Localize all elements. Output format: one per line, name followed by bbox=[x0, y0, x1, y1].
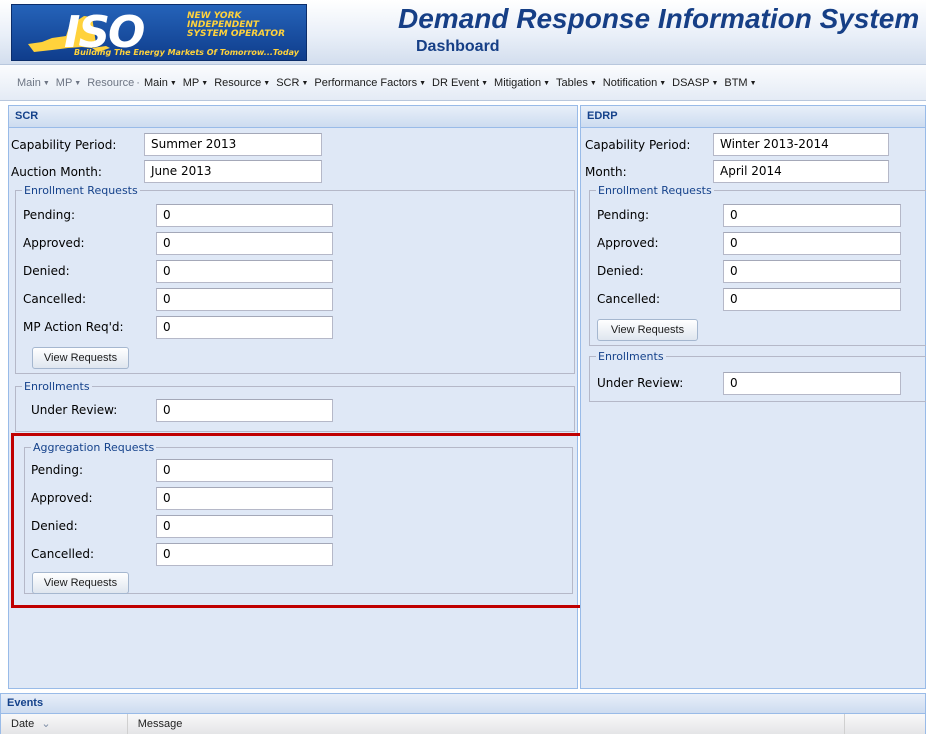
menu-ghost-resource[interactable]: Resource bbox=[87, 77, 134, 89]
menu-performance-factors[interactable]: Performance Factors ▼ bbox=[314, 77, 426, 89]
nyiso-logo: ISO NEW YORK INDEPENDENT SYSTEM OPERATOR… bbox=[11, 4, 307, 61]
chevron-down-icon: ▼ bbox=[711, 79, 719, 87]
edrp-panel: EDRP Capability Period: Winter 2013-2014… bbox=[580, 105, 926, 689]
edrp-month-field[interactable]: April 2014 bbox=[713, 160, 889, 183]
chevron-down-icon: ▼ bbox=[543, 79, 551, 87]
edrp-capability-period-row: Capability Period: bbox=[585, 133, 690, 157]
menu-main[interactable]: Main ▼ bbox=[144, 77, 177, 89]
scr-er-mp-action-label: MP Action Req'd: bbox=[23, 320, 124, 334]
highlight-box bbox=[11, 433, 583, 608]
edrp-er-approved-label: Approved: bbox=[597, 236, 659, 250]
main-menu-bar: Main ▼ MP ▼ Resource · Main ▼ MP ▼ Resource ▼… bbox=[0, 65, 926, 101]
scr-er-cancelled-label: Cancelled: bbox=[23, 292, 87, 306]
scr-view-enrollment-requests-button[interactable]: View Requests bbox=[32, 347, 129, 369]
scr-auction-month-row: Auction Month: bbox=[11, 160, 102, 184]
scr-under-review-label: Under Review: bbox=[31, 403, 118, 417]
chevron-down-icon: ▼ bbox=[659, 79, 667, 87]
menu-mp[interactable]: MP ▼ bbox=[183, 77, 208, 89]
chevron-down-icon: ▼ bbox=[419, 79, 427, 87]
edrp-under-review-field[interactable]: 0 bbox=[723, 372, 901, 395]
edrp-er-cancelled-row: Cancelled: bbox=[597, 287, 660, 311]
logo-org-name: NEW YORK INDEPENDENT SYSTEM OPERATOR bbox=[187, 11, 286, 39]
scr-auction-month-label: Auction Month: bbox=[11, 165, 102, 179]
events-grid-header: Date ⌄ Message bbox=[1, 714, 925, 734]
edrp-enrollment-requests-legend: Enrollment Requests bbox=[598, 184, 712, 197]
edrp-er-denied-field[interactable]: 0 bbox=[723, 260, 901, 283]
events-panel-title: Events bbox=[1, 694, 925, 714]
app-header: ISO NEW YORK INDEPENDENT SYSTEM OPERATOR… bbox=[0, 0, 926, 65]
events-col-spacer bbox=[845, 714, 925, 734]
scr-auction-month-field[interactable]: June 2013 bbox=[144, 160, 322, 183]
events-col-date-label: Date bbox=[11, 718, 35, 730]
logo-tagline: Building The Energy Markets Of Tomorrow.… bbox=[74, 48, 299, 57]
menu-mitigation[interactable]: Mitigation ▼ bbox=[494, 77, 550, 89]
events-col-message[interactable]: Message bbox=[128, 714, 846, 734]
scr-under-review-field[interactable]: 0 bbox=[156, 399, 333, 422]
menu-dr-event[interactable]: DR Event ▼ bbox=[432, 77, 488, 89]
edrp-er-cancelled-field[interactable]: 0 bbox=[723, 288, 901, 311]
scr-er-pending-label: Pending: bbox=[23, 208, 76, 222]
scr-er-mp-action-row: MP Action Req'd: bbox=[23, 315, 124, 339]
edrp-under-review-row: Under Review: bbox=[597, 371, 683, 395]
scr-er-cancelled-field[interactable]: 0 bbox=[156, 288, 333, 311]
chevron-down-icon: ▼ bbox=[201, 79, 209, 87]
edrp-er-pending-label: Pending: bbox=[597, 208, 650, 222]
chevron-down-icon: ▼ bbox=[589, 79, 597, 87]
edrp-er-denied-label: Denied: bbox=[597, 264, 644, 278]
edrp-er-approved-row: Approved: bbox=[597, 231, 659, 255]
scr-capability-period-label: Capability Period: bbox=[11, 138, 117, 152]
menu-scr[interactable]: SCR ▼ bbox=[276, 77, 308, 89]
edrp-er-pending-row: Pending: bbox=[597, 203, 649, 227]
scr-enrollment-requests-legend: Enrollment Requests bbox=[24, 184, 138, 197]
edrp-er-cancelled-label: Cancelled: bbox=[597, 292, 661, 306]
edrp-panel-title: EDRP bbox=[581, 106, 925, 128]
scr-capability-period-row: Capability Period: bbox=[11, 133, 116, 157]
edrp-er-pending-field[interactable]: 0 bbox=[723, 204, 901, 227]
scr-er-approved-field[interactable]: 0 bbox=[156, 232, 333, 255]
edrp-enrollments-legend: Enrollments bbox=[598, 350, 664, 363]
scr-er-pending-field[interactable]: 0 bbox=[156, 204, 333, 227]
chevron-down-icon: ▼ bbox=[481, 79, 489, 87]
chevron-down-icon: ▼ bbox=[42, 79, 50, 87]
chevron-down-icon: ▼ bbox=[263, 79, 271, 87]
scr-er-approved-label: Approved: bbox=[23, 236, 85, 250]
menu-ghost-main[interactable]: Main ▼ bbox=[17, 77, 50, 89]
edrp-under-review-label: Under Review: bbox=[597, 376, 684, 390]
events-panel: Events Date ⌄ Message bbox=[0, 693, 926, 734]
scr-er-approved-row: Approved: bbox=[23, 231, 85, 255]
scr-er-denied-row: Denied: bbox=[23, 259, 70, 283]
scr-er-denied-label: Denied: bbox=[23, 264, 70, 278]
edrp-er-approved-field[interactable]: 0 bbox=[723, 232, 901, 255]
edrp-view-enrollment-requests-button[interactable]: View Requests bbox=[597, 319, 698, 341]
scr-er-pending-row: Pending: bbox=[23, 203, 75, 227]
menu-resource[interactable]: Resource ▼ bbox=[214, 77, 270, 89]
menu-ghost-mp[interactable]: MP ▼ bbox=[56, 77, 81, 89]
scr-enrollments-legend: Enrollments bbox=[24, 380, 90, 393]
menu-btm[interactable]: BTM ▼ bbox=[724, 77, 756, 89]
events-col-date[interactable]: Date ⌄ bbox=[1, 714, 128, 734]
sort-icon: ⌄ bbox=[41, 718, 51, 730]
scr-capability-period-field[interactable]: Summer 2013 bbox=[144, 133, 322, 156]
edrp-month-label: Month: bbox=[585, 165, 627, 179]
scr-er-mp-action-field[interactable]: 0 bbox=[156, 316, 333, 339]
edrp-month-row: Month: bbox=[585, 160, 627, 184]
menu-notification[interactable]: Notification ▼ bbox=[603, 77, 666, 89]
menu-dsasp[interactable]: DSASP ▼ bbox=[672, 77, 718, 89]
chevron-down-icon: ▼ bbox=[749, 79, 757, 87]
menu-tables[interactable]: Tables ▼ bbox=[556, 77, 597, 89]
chevron-down-icon: ▼ bbox=[169, 79, 177, 87]
chevron-down-icon: ▼ bbox=[74, 79, 82, 87]
events-col-message-label: Message bbox=[137, 718, 183, 730]
edrp-capability-period-label: Capability Period: bbox=[585, 138, 691, 152]
app-title: Demand Response Information System bbox=[398, 3, 920, 34]
edrp-er-denied-row: Denied: bbox=[597, 259, 644, 283]
scr-panel-title: SCR bbox=[9, 106, 577, 128]
page-title: Dashboard bbox=[416, 38, 500, 55]
scr-under-review-row: Under Review: bbox=[31, 398, 117, 422]
scr-er-cancelled-row: Cancelled: bbox=[23, 287, 86, 311]
chevron-down-icon: ▼ bbox=[301, 79, 309, 87]
menu-separator: · bbox=[136, 76, 140, 89]
edrp-capability-period-field[interactable]: Winter 2013-2014 bbox=[713, 133, 889, 156]
scr-er-denied-field[interactable]: 0 bbox=[156, 260, 333, 283]
